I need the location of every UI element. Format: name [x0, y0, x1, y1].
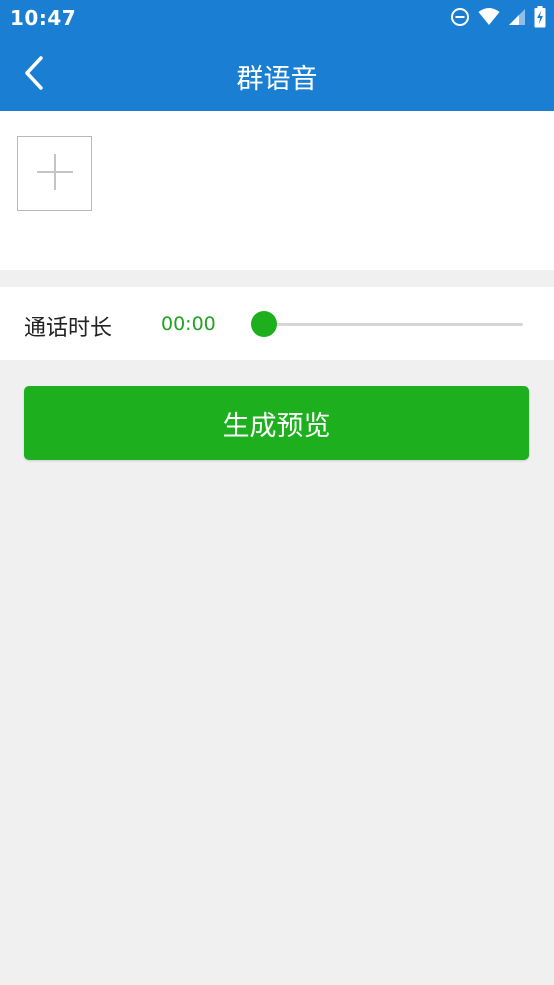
wifi-icon: [478, 8, 500, 30]
media-panel: [0, 111, 554, 270]
do-not-disturb-icon: [450, 7, 470, 31]
status-icons: [450, 6, 546, 32]
add-media-button[interactable]: [17, 136, 92, 211]
call-duration-slider[interactable]: [251, 311, 525, 337]
plus-icon: [36, 153, 73, 194]
call-duration-row: 通话时长 00:00: [0, 287, 554, 360]
battery-charging-icon: [534, 6, 546, 32]
app-bar: 群语音: [0, 37, 554, 111]
call-duration-value: 00:00: [161, 313, 216, 335]
status-time: 10:47: [10, 6, 77, 30]
status-bar: 10:47: [0, 0, 554, 37]
call-duration-label: 通话时长: [24, 316, 113, 341]
slider-thumb[interactable]: [251, 311, 277, 337]
signal-icon: [508, 8, 526, 30]
slider-track: [261, 323, 523, 326]
generate-preview-button[interactable]: 生成预览: [24, 386, 529, 460]
page-title: 群语音: [236, 64, 318, 95]
